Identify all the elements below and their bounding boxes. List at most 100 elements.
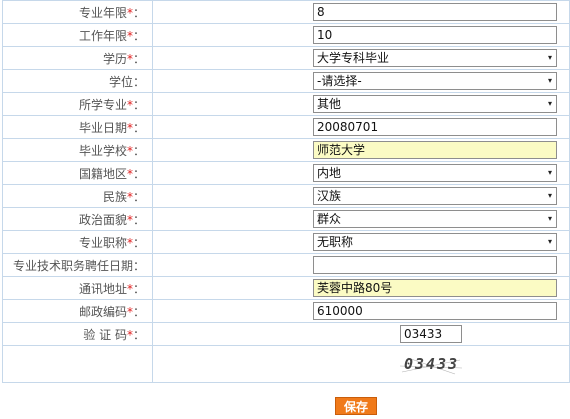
dropdown-arrow-icon: ▾	[547, 76, 552, 85]
label-colon: ：	[132, 327, 145, 342]
field-11-input[interactable]	[313, 256, 557, 274]
field-9-select[interactable]: 群众 ▾	[313, 210, 557, 228]
field-0-label-text: 专业年限	[78, 5, 127, 20]
field-4-label: 所学专业*：	[2, 92, 153, 116]
dropdown-arrow-icon: ▾	[547, 168, 552, 177]
form-row: 毕业日期*： 20080701	[2, 115, 570, 139]
field-3-select[interactable]: -请选择- ▾	[313, 72, 557, 90]
form-row: 国籍地区*： 内地 ▾	[2, 161, 570, 185]
dropdown-arrow-icon: ▾	[547, 99, 552, 108]
form-row: 学位： -请选择- ▾	[2, 69, 570, 93]
captcha-text: 03433	[404, 355, 460, 373]
field-3-label: 学位：	[2, 69, 153, 93]
field-4-select[interactable]: 其他 ▾	[313, 95, 557, 113]
field-7-value-cell: 内地 ▾	[152, 161, 570, 185]
field-12-label: 通讯地址*：	[2, 276, 153, 300]
label-colon: ：	[132, 281, 145, 296]
field-2-value: 大学专科毕业	[317, 51, 390, 65]
field-8-select[interactable]: 汉族 ▾	[313, 187, 557, 205]
field-9-label-text: 政治面貌	[78, 212, 127, 227]
field-13-label: 邮政编码*：	[2, 299, 153, 323]
field-6-input[interactable]: 师范大学	[313, 141, 557, 159]
field-3-value: -请选择-	[317, 74, 362, 88]
field-1-value: 10	[317, 28, 333, 42]
field-12-input[interactable]: 芙蓉中路80号	[313, 279, 557, 297]
captcha-value-cell: 03433	[152, 322, 570, 346]
label-colon: ：	[132, 5, 145, 20]
captcha-image-cell: 03433	[152, 345, 570, 383]
form-row: 民族*： 汉族 ▾	[2, 184, 570, 208]
field-9-value: 群众	[317, 212, 342, 226]
field-6-value: 师范大学	[317, 143, 366, 157]
field-2-label-text: 学历	[102, 51, 127, 66]
field-6-label: 毕业学校*：	[2, 138, 153, 162]
field-10-select[interactable]: 无职称 ▾	[313, 233, 557, 251]
captcha-label-text: 验 证 码	[83, 327, 127, 342]
field-5-input[interactable]: 20080701	[313, 118, 557, 136]
form-row: 验 证 码*： 03433	[2, 322, 570, 346]
field-7-label: 国籍地区*：	[2, 161, 153, 185]
field-7-select[interactable]: 内地 ▾	[313, 164, 557, 182]
form-row: 专业职称*： 无职称 ▾	[2, 230, 570, 254]
field-1-label-text: 工作年限	[78, 28, 127, 43]
field-10-label-text: 专业职称	[78, 235, 127, 250]
label-colon: ：	[132, 120, 145, 135]
field-13-value-cell: 610000	[152, 299, 570, 323]
label-colon: ：	[132, 235, 145, 250]
label-colon: ：	[132, 304, 145, 319]
field-7-label-text: 国籍地区	[78, 166, 127, 181]
field-11-label: 专业技术职务聘任日期：	[2, 253, 153, 277]
form-row: 毕业学校*： 师范大学	[2, 138, 570, 162]
field-7-value: 内地	[317, 166, 342, 180]
label-colon: ：	[132, 189, 145, 204]
captcha-image-label-cell	[2, 345, 153, 383]
field-12-value-cell: 芙蓉中路80号	[152, 276, 570, 300]
field-0-label: 专业年限*：	[2, 0, 153, 24]
field-13-label-text: 邮政编码	[78, 304, 127, 319]
label-colon: ：	[132, 51, 145, 66]
field-13-input[interactable]: 610000	[313, 302, 557, 320]
form-row: 专业年限*： 8	[2, 0, 570, 24]
form-row: 学历*： 大学专科毕业 ▾	[2, 46, 570, 70]
field-8-label: 民族*：	[2, 184, 153, 208]
form-row: 所学专业*： 其他 ▾	[2, 92, 570, 116]
field-8-label-text: 民族	[102, 189, 127, 204]
captcha-value: 03433	[404, 327, 443, 341]
field-2-select[interactable]: 大学专科毕业 ▾	[313, 49, 557, 67]
field-2-label: 学历*：	[2, 46, 153, 70]
field-0-value: 8	[317, 5, 325, 19]
field-11-value-cell	[152, 253, 570, 277]
field-13-value: 610000	[317, 304, 363, 318]
captcha-image[interactable]: 03433	[400, 354, 462, 376]
label-colon: ：	[132, 143, 145, 158]
registration-form: 专业年限*： 8 工作年限*： 10 学历*： 大学专科毕业 ▾ 学位： -请选择- ▾ 所学专业*…	[2, 0, 570, 383]
field-9-label: 政治面貌*：	[2, 207, 153, 231]
label-colon: ：	[132, 166, 145, 181]
dropdown-arrow-icon: ▾	[547, 53, 552, 62]
label-colon: ：	[132, 97, 145, 112]
form-row: 专业技术职务聘任日期：	[2, 253, 570, 277]
field-6-label-text: 毕业学校	[78, 143, 127, 158]
form-row: 工作年限*： 10	[2, 23, 570, 47]
field-6-value-cell: 师范大学	[152, 138, 570, 162]
label-colon: ：	[132, 212, 145, 227]
field-1-value-cell: 10	[152, 23, 570, 47]
field-2-value-cell: 大学专科毕业 ▾	[152, 46, 570, 70]
field-1-label: 工作年限*：	[2, 23, 153, 47]
form-row: 通讯地址*： 芙蓉中路80号	[2, 276, 570, 300]
field-3-value-cell: -请选择- ▾	[152, 69, 570, 93]
captcha-label: 验 证 码*：	[2, 322, 153, 346]
captcha-input[interactable]: 03433	[400, 325, 462, 343]
field-12-value: 芙蓉中路80号	[317, 281, 393, 295]
field-5-value: 20080701	[317, 120, 379, 134]
field-1-input[interactable]: 10	[313, 26, 557, 44]
field-4-label-text: 所学专业	[78, 97, 127, 112]
field-11-label-text: 专业技术职务聘任日期	[12, 258, 133, 273]
save-button[interactable]: 保存	[335, 397, 377, 415]
dropdown-arrow-icon: ▾	[547, 237, 552, 246]
field-0-input[interactable]: 8	[313, 3, 557, 21]
label-colon: ：	[132, 74, 145, 89]
field-8-value-cell: 汉族 ▾	[152, 184, 570, 208]
field-10-value-cell: 无职称 ▾	[152, 230, 570, 254]
field-10-value: 无职称	[317, 235, 354, 249]
